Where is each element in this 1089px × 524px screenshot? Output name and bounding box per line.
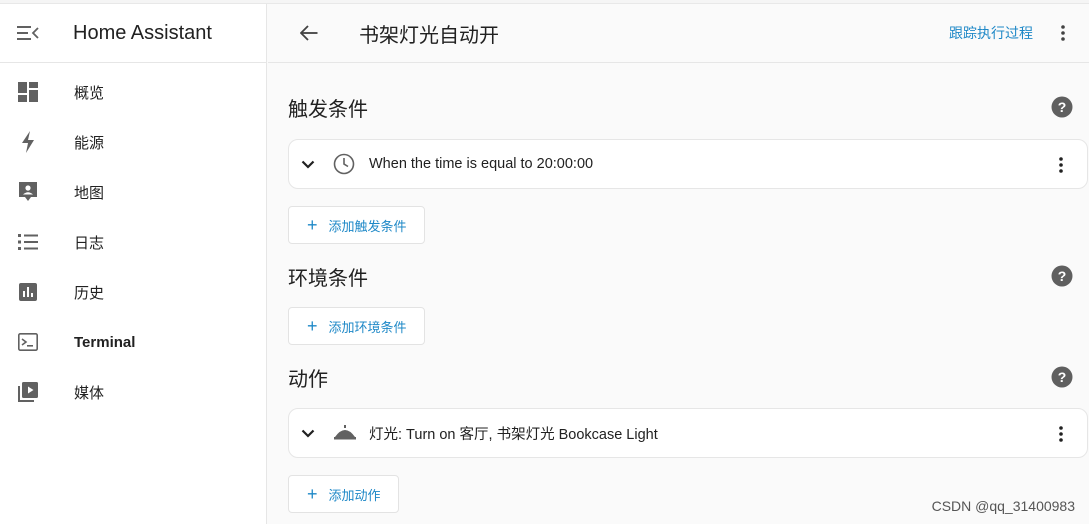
svg-text:?: ? bbox=[1058, 369, 1067, 385]
watermark: CSDN @qq_31400983 bbox=[931, 498, 1075, 514]
add-trigger-label: 添加触发条件 bbox=[328, 218, 407, 234]
history-chart-icon bbox=[0, 283, 56, 301]
action-card[interactable]: 灯光: Turn on 客厅, 书架灯光 Bookcase Light bbox=[288, 408, 1088, 458]
action-description: 灯光: Turn on 客厅, 书架灯光 Bookcase Light bbox=[369, 426, 658, 443]
map-account-icon bbox=[0, 182, 56, 202]
page-title: 书架灯光自动开 bbox=[359, 24, 499, 47]
lightning-icon bbox=[0, 131, 56, 153]
add-trigger-button[interactable]: + 添加触发条件 bbox=[288, 206, 425, 244]
app-title: Home Assistant bbox=[73, 21, 212, 44]
triggers-section-header: 触发条件 ? bbox=[288, 91, 1089, 123]
sidebar-item-terminal[interactable]: Terminal bbox=[0, 317, 266, 367]
trigger-card[interactable]: When the time is equal to 20:00:00 bbox=[288, 139, 1088, 189]
sidebar-item-label: 历史 bbox=[74, 284, 105, 302]
sidebar-item-history[interactable]: 历史 bbox=[0, 267, 266, 317]
ceiling-light-icon bbox=[333, 425, 357, 441]
sidebar-item-label: 媒体 bbox=[74, 384, 105, 402]
sidebar-item-label: Terminal bbox=[74, 333, 136, 351]
more-vert-icon[interactable] bbox=[1049, 153, 1073, 177]
sidebar-list: 概览 能源 地图 日志 历史 Terminal 媒体 bbox=[0, 63, 266, 417]
sidebar-item-energy[interactable]: 能源 bbox=[0, 117, 266, 167]
svg-text:?: ? bbox=[1058, 268, 1067, 284]
chevron-down-icon[interactable] bbox=[301, 429, 323, 438]
media-play-icon bbox=[0, 382, 56, 402]
back-arrow-icon[interactable] bbox=[285, 9, 333, 57]
svg-text:?: ? bbox=[1058, 99, 1067, 115]
sidebar-item-overview[interactable]: 概览 bbox=[0, 67, 266, 117]
help-icon[interactable]: ? bbox=[1051, 265, 1073, 287]
plus-icon: + bbox=[307, 215, 318, 235]
toolbar: 书架灯光自动开 跟踪执行过程 bbox=[268, 4, 1089, 63]
sidebar: Home Assistant 概览 能源 地图 日志 历史 Terminal 媒… bbox=[0, 4, 267, 524]
actions-section-header: 动作 ? bbox=[288, 361, 1089, 393]
add-condition-label: 添加环境条件 bbox=[328, 319, 407, 335]
add-action-label: 添加动作 bbox=[328, 487, 381, 503]
plus-icon: + bbox=[307, 316, 318, 336]
menu-collapse-icon[interactable] bbox=[0, 4, 56, 63]
terminal-icon bbox=[0, 333, 56, 351]
plus-icon: + bbox=[307, 484, 318, 504]
sidebar-item-label: 能源 bbox=[74, 134, 105, 152]
clock-icon bbox=[333, 153, 357, 175]
sidebar-item-label: 地图 bbox=[74, 184, 105, 202]
sidebar-item-label: 概览 bbox=[74, 84, 105, 102]
conditions-section-header: 环境条件 ? bbox=[288, 260, 1089, 292]
conditions-title: 环境条件 bbox=[288, 267, 368, 290]
more-vert-icon[interactable] bbox=[1043, 13, 1083, 53]
sidebar-item-label: 日志 bbox=[74, 234, 105, 252]
trigger-description: When the time is equal to 20:00:00 bbox=[369, 156, 594, 172]
actions-title: 动作 bbox=[288, 368, 328, 391]
sidebar-item-map[interactable]: 地图 bbox=[0, 167, 266, 217]
more-vert-icon[interactable] bbox=[1049, 422, 1073, 446]
sidebar-item-logbook[interactable]: 日志 bbox=[0, 217, 266, 267]
chevron-down-icon[interactable] bbox=[301, 160, 323, 169]
help-icon[interactable]: ? bbox=[1051, 96, 1073, 118]
trace-button[interactable]: 跟踪执行过程 bbox=[949, 23, 1033, 43]
sidebar-header: Home Assistant bbox=[0, 4, 266, 63]
triggers-title: 触发条件 bbox=[288, 98, 368, 121]
sidebar-item-media[interactable]: 媒体 bbox=[0, 367, 266, 417]
add-action-button[interactable]: + 添加动作 bbox=[288, 475, 399, 513]
automation-editor: 书架灯光自动开 跟踪执行过程 触发条件 ? When the time is e… bbox=[268, 4, 1089, 524]
logbook-list-icon bbox=[0, 233, 56, 251]
help-icon[interactable]: ? bbox=[1051, 366, 1073, 388]
add-condition-button[interactable]: + 添加环境条件 bbox=[288, 307, 425, 345]
dashboard-icon bbox=[0, 82, 56, 102]
